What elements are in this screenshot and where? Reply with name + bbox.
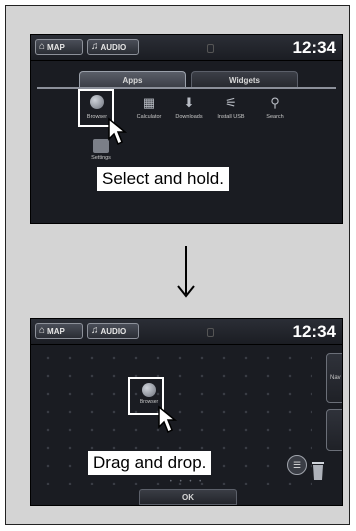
top-bar: ⌂ MAP ♫ AUDIO 12:34 — [31, 319, 342, 345]
download-icon: ⬇ — [183, 94, 195, 110]
search-icon: ⚲ — [270, 94, 280, 110]
home-icon: ⌂ — [39, 325, 46, 336]
instruction-callout: Select and hold. — [97, 167, 229, 191]
instruction-callout: Drag and drop. — [88, 451, 212, 475]
screen-select-and-hold: ⌂ MAP ♫ AUDIO 12:34 Apps Widgets Browser… — [30, 34, 343, 224]
tab-widgets[interactable]: Widgets — [191, 71, 298, 88]
clock: 12:34 — [292, 38, 336, 57]
app-search[interactable]: ⚲ Search — [255, 93, 295, 121]
home-icon: ⌂ — [39, 41, 46, 52]
menu-icon[interactable]: ☰ — [287, 455, 307, 475]
top-bar: ⌂ MAP ♫ AUDIO 12:34 — [31, 35, 342, 61]
app-label: Downloads — [175, 114, 203, 120]
app-label: Settings — [91, 155, 111, 161]
side-widget-nav[interactable]: Nav — [326, 353, 342, 403]
calculator-icon: ▦ — [142, 94, 156, 110]
trash-icon[interactable] — [311, 459, 325, 481]
app-install-usb[interactable]: ⚟ Install USB — [211, 93, 251, 121]
tab-bar: Apps Widgets — [79, 71, 301, 88]
audio-button-label: AUDIO — [100, 326, 127, 336]
ok-button[interactable]: OK — [139, 489, 237, 505]
audio-button[interactable]: ♫ AUDIO — [87, 39, 139, 55]
screen-drag-and-drop: ⌂ MAP ♫ AUDIO 12:34 Nav Browser ☰ Drag a… — [30, 318, 343, 506]
tab-apps[interactable]: Apps — [79, 71, 186, 88]
map-button-label: MAP — [47, 326, 65, 336]
map-button-label: MAP — [47, 42, 65, 52]
music-note-icon: ♫ — [91, 325, 99, 336]
app-label: Search — [266, 114, 284, 120]
audio-button[interactable]: ♫ AUDIO — [87, 323, 139, 339]
music-note-icon: ♫ — [91, 41, 99, 52]
app-label: Install USB — [217, 114, 245, 120]
side-widget[interactable] — [326, 409, 342, 451]
audio-button-label: AUDIO — [100, 42, 127, 52]
home-indicator-icon — [207, 328, 214, 337]
map-button[interactable]: ⌂ MAP — [35, 39, 83, 55]
app-downloads[interactable]: ⬇ Downloads — [169, 93, 209, 121]
side-widget-label: Nav — [330, 375, 341, 381]
app-calculator[interactable]: ▦ Calculator — [129, 93, 169, 121]
hand-pointer-icon — [108, 117, 128, 146]
usb-icon: ⚟ — [225, 94, 237, 110]
arrow-down-icon — [177, 246, 195, 298]
clock: 12:34 — [292, 322, 336, 341]
instruction-figure-frame: ⌂ MAP ♫ AUDIO 12:34 Apps Widgets Browser… — [5, 5, 350, 525]
home-indicator-icon — [207, 44, 214, 53]
app-label: Calculator — [136, 114, 162, 120]
page-indicator: • • • • — [169, 479, 205, 485]
map-button[interactable]: ⌂ MAP — [35, 323, 83, 339]
hand-pointer-icon — [158, 405, 178, 434]
